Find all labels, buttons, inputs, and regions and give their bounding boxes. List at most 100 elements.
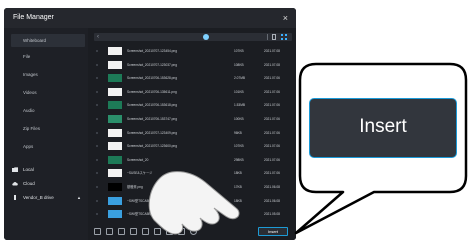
file-row[interactable]: Screenshot_20210707-123600.png 107KB 2021.… xyxy=(96,141,290,151)
file-row[interactable]: Screenshot_20210706-135611.png 101KB 2021.… xyxy=(96,87,290,97)
settings-icon[interactable] xyxy=(190,228,197,235)
file-name: ~SUSE&スケージ xyxy=(127,171,153,176)
file-name: ~SWI型TSCA5B_PX xyxy=(127,198,157,203)
details-view-icon[interactable] xyxy=(272,34,276,40)
row-checkbox[interactable] xyxy=(96,118,98,120)
row-checkbox[interactable] xyxy=(96,50,98,52)
file-row[interactable]: Screenshot_20210706-153618.png 1.53MB 2021… xyxy=(96,100,290,110)
sidebar-item-audio[interactable]: Audio xyxy=(11,104,85,117)
file-size: 18KB xyxy=(234,171,242,176)
file-thumbnail xyxy=(108,115,122,123)
row-checkbox[interactable] xyxy=(96,145,98,148)
location-label: Local xyxy=(23,167,34,172)
cloud-icon xyxy=(12,182,18,186)
sidebar-item-videos[interactable]: Videos xyxy=(11,86,85,99)
file-thumbnail xyxy=(108,47,122,55)
location-local[interactable]: Local xyxy=(9,164,87,176)
file-thumbnail xyxy=(108,210,122,219)
file-size: 298KB xyxy=(234,157,244,162)
copy-icon[interactable] xyxy=(106,228,113,235)
usb-drive-icon xyxy=(14,195,16,200)
row-checkbox[interactable] xyxy=(96,213,98,216)
delete-icon[interactable] xyxy=(142,228,149,235)
path-bar: ‹ xyxy=(94,33,292,41)
file-row[interactable]: 基礎資.png 17KB 2021.06.08 xyxy=(96,182,290,192)
location-marker-icon xyxy=(203,34,209,40)
file-row[interactable]: ~SUSE&スケージ 18KB 2021.07.06 xyxy=(96,168,290,178)
file-thumbnail xyxy=(108,183,122,191)
divider xyxy=(267,34,268,40)
cut-icon[interactable] xyxy=(118,228,125,235)
file-row[interactable]: Screenshot_20 298KB 2021.07.06 xyxy=(96,155,290,165)
share-icon[interactable] xyxy=(166,228,173,235)
row-checkbox[interactable] xyxy=(96,90,98,93)
row-checkbox[interactable] xyxy=(96,172,98,175)
file-size: 96KB xyxy=(234,130,242,135)
file-size: 2.07MB xyxy=(234,76,245,81)
file-manager-window: File Manager × Whiteboard File Images Vi… xyxy=(4,8,296,240)
location-vendor-drive[interactable]: Vendor_B drive ▲ xyxy=(9,192,87,204)
file-date: 2021.07.06 xyxy=(264,144,280,149)
sidebar-item-images[interactable]: Images xyxy=(11,68,85,81)
file-thumbnail xyxy=(108,155,122,164)
file-date: 2021.07.06 xyxy=(264,157,280,162)
file-row[interactable]: Screenshot_20210706-153747.png 100KB 2021.… xyxy=(96,114,290,124)
file-date: 2021.05.08 xyxy=(264,212,280,217)
file-name: Screenshot_20210706-153747.png xyxy=(127,117,177,121)
sidebar-item-whiteboard[interactable]: Whiteboard xyxy=(11,34,85,47)
file-name: ~SWI型TSCA5B_210320.pptx xyxy=(127,212,170,217)
insert-button-enlarged[interactable]: Insert xyxy=(309,98,457,158)
close-icon[interactable]: × xyxy=(283,8,288,28)
file-row[interactable]: Screenshot_20210707-123409.png 96KB 2021.0… xyxy=(96,128,290,138)
bottom-toolbar: Insert xyxy=(88,224,296,240)
file-row[interactable]: ~SWI型TSCA5B_PX 18KB 2021.06.08 xyxy=(96,196,290,206)
file-list-area: ‹ Screenshot_20210707-123454.png 107KB 202… xyxy=(88,28,296,240)
sidebar-item-file[interactable]: File xyxy=(11,50,85,63)
file-thumbnail xyxy=(108,74,122,83)
file-date: 2021.07.08 xyxy=(264,62,280,67)
row-checkbox[interactable] xyxy=(96,158,98,161)
file-name: Screenshot_20210706-153628.png xyxy=(127,76,177,81)
location-label: Vendor_B drive xyxy=(23,195,54,200)
file-row[interactable]: Screenshot_20210707-123037.png 108KB 2021.… xyxy=(96,60,290,70)
file-size: 17KB xyxy=(234,185,242,189)
location-label: Cloud xyxy=(23,181,35,186)
file-date: 2021.07.06 xyxy=(264,130,280,135)
file-thumbnail xyxy=(108,87,122,96)
file-row[interactable]: Screenshot_20210707-123454.png 107KB 2021.… xyxy=(96,46,290,56)
location-cloud[interactable]: Cloud xyxy=(9,178,87,190)
row-checkbox[interactable] xyxy=(96,131,98,134)
file-size: 18KB xyxy=(234,198,242,203)
row-checkbox[interactable] xyxy=(96,186,98,188)
eject-icon[interactable]: ▲ xyxy=(77,192,81,204)
file-thumbnail xyxy=(108,128,122,137)
folder-icon xyxy=(12,167,18,172)
row-checkbox[interactable] xyxy=(96,63,98,66)
back-icon[interactable]: ‹ xyxy=(97,33,99,41)
grid-view-icon[interactable] xyxy=(281,34,287,40)
insert-button[interactable]: Insert xyxy=(258,227,288,236)
file-thumbnail xyxy=(108,196,122,205)
file-thumbnail xyxy=(108,101,122,110)
sidebar-item-apps[interactable]: Apps xyxy=(11,140,85,153)
file-row[interactable]: Screenshot_20210706-153628.png 2.07MB 2021… xyxy=(96,73,290,83)
file-name: Screenshot_20 xyxy=(127,157,149,162)
row-checkbox[interactable] xyxy=(96,104,98,107)
sidebar: Whiteboard File Images Videos Audio Zip … xyxy=(4,28,88,240)
file-date: 2021.07.06 xyxy=(264,171,280,176)
file-row[interactable]: ~SWI型TSCA5B_210320.pptx 2021.05.08 xyxy=(96,209,290,219)
sidebar-item-zip-files[interactable]: Zip Files xyxy=(11,122,85,135)
file-date: 2021.07.06 xyxy=(264,89,280,94)
file-thumbnail xyxy=(108,60,122,69)
file-date: 2021.07.06 xyxy=(264,117,280,121)
file-name: Screenshot_20210707-123037.png xyxy=(127,62,177,67)
row-checkbox[interactable] xyxy=(96,199,98,202)
paste-icon[interactable] xyxy=(130,228,137,235)
select-icon[interactable] xyxy=(94,228,101,235)
file-date: 2021.07.08 xyxy=(264,49,280,53)
sort-icon[interactable] xyxy=(178,228,185,235)
file-thumbnail xyxy=(108,169,122,178)
file-size: 1.53MB xyxy=(234,103,245,108)
row-checkbox[interactable] xyxy=(96,77,98,80)
rename-icon[interactable] xyxy=(154,228,161,235)
